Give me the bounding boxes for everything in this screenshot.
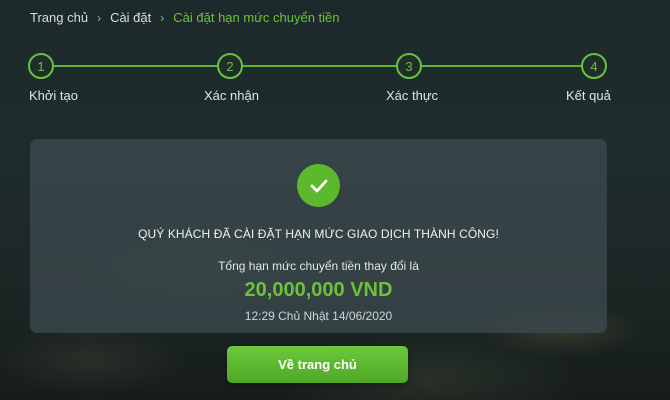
- step-2-circle: 2: [217, 53, 243, 79]
- back-to-home-button[interactable]: Về trang chủ: [227, 346, 408, 383]
- check-icon: [310, 179, 327, 192]
- step-4-label: Kết quả: [566, 88, 611, 103]
- breadcrumb-separator: ›: [97, 10, 102, 25]
- breadcrumb-current: Cài đặt hạn mức chuyển tiền: [173, 10, 340, 25]
- breadcrumb-settings[interactable]: Cài đặt: [110, 10, 151, 25]
- breadcrumb: Trang chủ › Cài đặt › Cài đặt hạn mức ch…: [30, 10, 340, 25]
- step-3-circle: 3: [396, 53, 422, 79]
- breadcrumb-home[interactable]: Trang chủ: [30, 10, 88, 25]
- stepper-line: [41, 65, 594, 67]
- result-card: QUÝ KHÁCH ĐÃ CÀI ĐẶT HẠN MỨC GIAO DỊCH T…: [30, 139, 607, 333]
- transaction-timestamp: 12:29 Chủ Nhật 14/06/2020: [244, 309, 393, 323]
- step-1-label: Khởi tạo: [29, 88, 78, 103]
- progress-stepper: 1 Khởi tạo 2 Xác nhận 3 Xác thực 4 Kết q…: [0, 52, 670, 112]
- limit-amount: 20,000,000 VND: [244, 279, 393, 301]
- step-1-circle: 1: [28, 53, 54, 79]
- breadcrumb-separator: ›: [160, 10, 165, 25]
- success-badge: [297, 164, 340, 207]
- step-2-label: Xác nhận: [204, 88, 259, 103]
- step-3-label: Xác thực: [386, 88, 439, 103]
- limit-change-label: Tổng hạn mức chuyển tiền thay đổi là: [218, 259, 419, 273]
- step-4-circle: 4: [581, 53, 607, 79]
- success-message: QUÝ KHÁCH ĐÃ CÀI ĐẶT HẠN MỨC GIAO DỊCH T…: [138, 227, 499, 241]
